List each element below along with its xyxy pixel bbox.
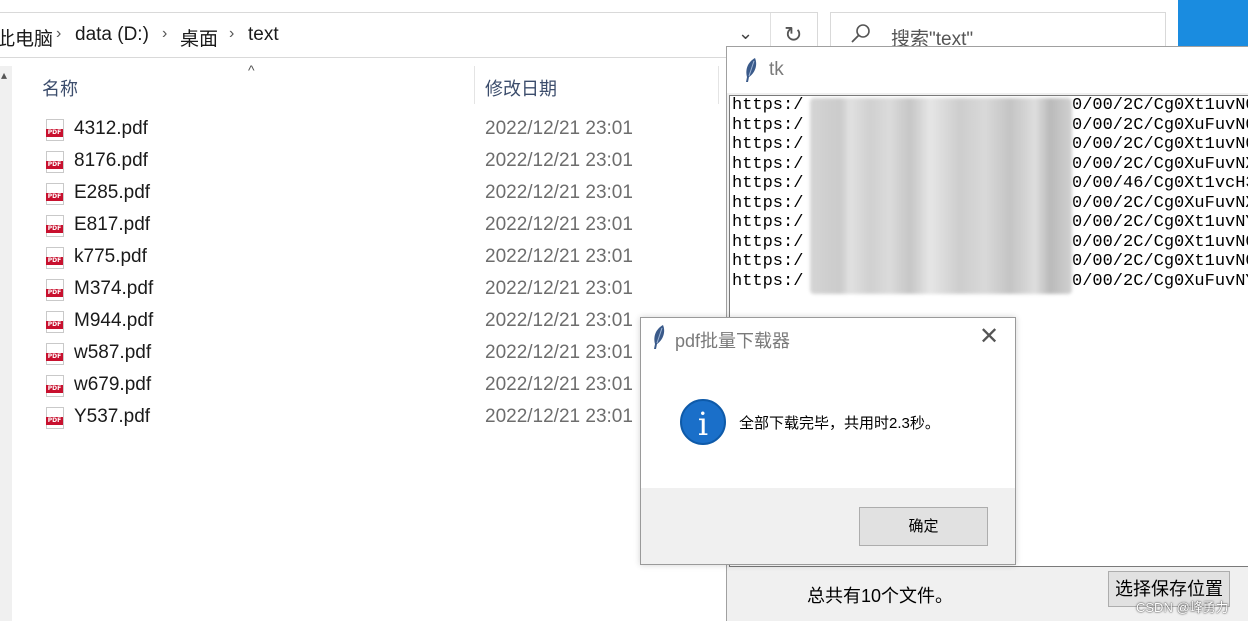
redaction-blur xyxy=(810,98,1072,294)
dialog-message: 全部下载完毕，共用时2.3秒。 xyxy=(739,415,940,432)
file-name: 8176.pdf xyxy=(74,150,148,171)
file-date: 2022/12/21 23:01 xyxy=(485,246,633,267)
file-date: 2022/12/21 23:01 xyxy=(485,374,633,395)
file-name: w587.pdf xyxy=(74,342,152,363)
tk-titlebar[interactable]: tk xyxy=(727,47,1248,93)
dialog-titlebar[interactable]: pdf批量下载器 ✕ xyxy=(641,318,1015,356)
pdf-file-icon: PDF xyxy=(46,119,64,141)
file-date: 2022/12/21 23:01 xyxy=(485,310,633,331)
file-name: w679.pdf xyxy=(74,374,152,395)
file-date: 2022/12/21 23:01 xyxy=(485,214,633,235)
chevron-right-icon[interactable]: › xyxy=(56,25,61,43)
file-name: k775.pdf xyxy=(74,246,147,267)
pdf-file-icon: PDF xyxy=(46,151,64,173)
navigation-pane-scrollbar[interactable]: ▴ xyxy=(0,66,12,621)
file-date: 2022/12/21 23:01 xyxy=(485,342,633,363)
pdf-file-icon: PDF xyxy=(46,343,64,365)
file-date: 2022/12/21 23:01 xyxy=(485,278,633,299)
file-date: 2022/12/21 23:01 xyxy=(485,150,633,171)
file-name: Y537.pdf xyxy=(74,406,151,427)
file-name: 4312.pdf xyxy=(74,118,148,139)
watermark: CSDN @峰勇力 xyxy=(1136,600,1229,615)
pdf-file-icon: PDF xyxy=(46,215,64,237)
file-row[interactable]: PDF E285.pdf 2022/12/21 23:01 xyxy=(44,178,724,210)
file-count-label: 总共有10个文件。 xyxy=(807,586,954,606)
sort-ascending-icon: ^ xyxy=(248,62,255,78)
file-list: PDF 4312.pdf 2022/12/21 23:01 PDF 8176.pdf 2… xyxy=(44,114,724,434)
file-date: 2022/12/21 23:01 xyxy=(485,118,633,139)
chevron-right-icon[interactable]: › xyxy=(162,25,167,43)
breadcrumb-this-pc[interactable]: 此电脑 xyxy=(0,24,53,51)
file-name: E817.pdf xyxy=(74,214,151,235)
file-row[interactable]: PDF w679.pdf 2022/12/21 23:01 xyxy=(44,370,724,402)
file-name: M374.pdf xyxy=(74,278,154,299)
address-bar[interactable]: 此电脑 › data (D:) › 桌面 › text ⌄ ↻ xyxy=(0,12,818,58)
file-row[interactable]: PDF 8176.pdf 2022/12/21 23:01 xyxy=(44,146,724,178)
pdf-file-icon: PDF xyxy=(46,279,64,301)
ok-button[interactable]: 确定 xyxy=(859,507,988,546)
breadcrumb-drive-d[interactable]: data (D:) xyxy=(75,24,149,46)
dialog-title: pdf批量下载器 xyxy=(675,331,791,351)
breadcrumb-text-folder[interactable]: text xyxy=(248,24,279,46)
chevron-down-icon[interactable]: ⌄ xyxy=(738,23,753,44)
column-divider[interactable] xyxy=(718,66,719,104)
file-name: E285.pdf xyxy=(74,182,151,203)
pdf-file-icon: PDF xyxy=(46,247,64,269)
file-name: M944.pdf xyxy=(74,310,154,331)
info-icon: i xyxy=(680,399,726,445)
file-row[interactable]: PDF 4312.pdf 2022/12/21 23:01 xyxy=(44,114,724,146)
file-row[interactable]: PDF E817.pdf 2022/12/21 23:01 xyxy=(44,210,724,242)
file-row[interactable]: PDF M944.pdf 2022/12/21 23:01 xyxy=(44,306,724,338)
tk-window-title: tk xyxy=(769,59,784,80)
chevron-right-icon[interactable]: › xyxy=(229,25,234,43)
message-dialog: pdf批量下载器 ✕ i 全部下载完毕，共用时2.3秒。 确定 xyxy=(640,317,1016,565)
file-date: 2022/12/21 23:01 xyxy=(485,406,633,427)
background-window-strip xyxy=(1178,0,1248,46)
file-date: 2022/12/21 23:01 xyxy=(485,182,633,203)
column-header-date-modified[interactable]: 修改日期 xyxy=(485,75,557,101)
tk-feather-icon xyxy=(654,325,665,349)
pdf-file-icon: PDF xyxy=(46,183,64,205)
file-row[interactable]: PDF M374.pdf 2022/12/21 23:01 xyxy=(44,274,724,306)
file-row[interactable]: PDF w587.pdf 2022/12/21 23:01 xyxy=(44,338,724,370)
tk-feather-icon xyxy=(746,58,757,82)
pdf-file-icon: PDF xyxy=(46,375,64,397)
column-header-name[interactable]: 名称 xyxy=(42,75,78,101)
file-row[interactable]: PDF k775.pdf 2022/12/21 23:01 xyxy=(44,242,724,274)
close-icon[interactable]: ✕ xyxy=(979,322,999,351)
dialog-body: i 全部下载完毕，共用时2.3秒。 xyxy=(641,356,1015,488)
chevron-up-icon[interactable]: ▴ xyxy=(1,68,7,82)
file-row[interactable]: PDF Y537.pdf 2022/12/21 23:01 xyxy=(44,402,724,434)
column-header: 名称 ^ 修改日期 xyxy=(14,62,724,106)
column-divider[interactable] xyxy=(474,66,475,104)
pdf-file-icon: PDF xyxy=(46,311,64,333)
refresh-icon[interactable]: ↻ xyxy=(784,22,802,48)
breadcrumb-desktop[interactable]: 桌面 xyxy=(180,24,218,51)
search-icon xyxy=(851,24,870,43)
pdf-file-icon: PDF xyxy=(46,407,64,429)
